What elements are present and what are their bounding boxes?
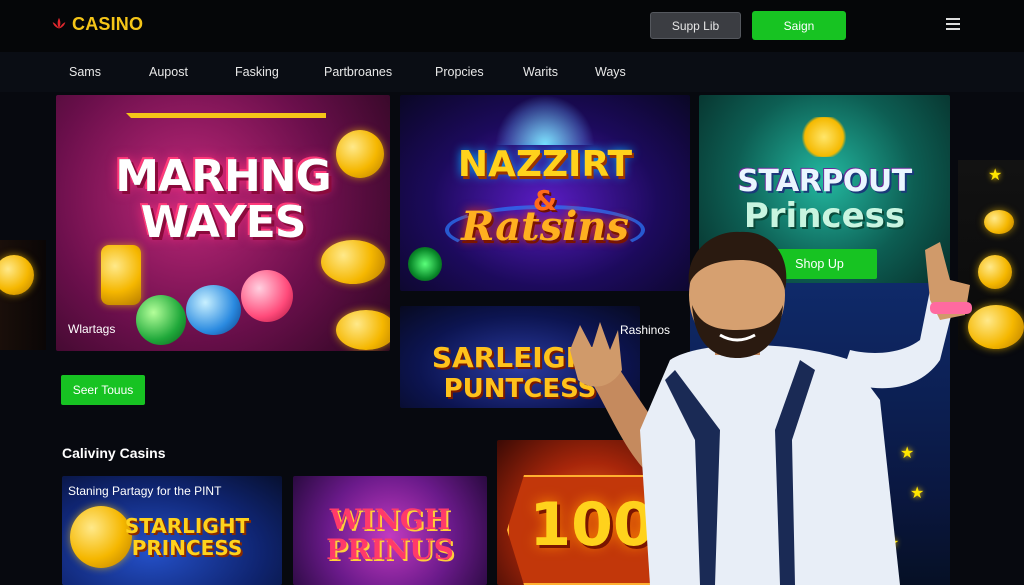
card-title: WINGH [329, 503, 451, 536]
section-title: Caliviny Casins [62, 445, 166, 461]
card-subtitle: Princess [743, 196, 906, 236]
nav-item[interactable]: Propcies [435, 65, 484, 79]
card-subtitle: PRINCESS [131, 536, 243, 560]
nav-item[interactable]: Partbroanes [324, 65, 392, 79]
nav-item[interactable]: Warits [523, 65, 558, 79]
main-nav: Sams Aupost Fasking Partbroanes Propcies… [0, 52, 1024, 92]
card-title: STARPOUT [737, 164, 912, 199]
card-subtitle: PRINUS [326, 533, 454, 566]
signin-button[interactable]: Saign [752, 11, 846, 40]
nav-item[interactable]: Sams [69, 65, 101, 79]
game-card-wingh-prinus[interactable]: WINGH PRINUS [293, 476, 487, 585]
promoter-illustration [570, 231, 972, 585]
side-decoration-left [0, 240, 46, 350]
hamburger-menu-icon[interactable] [946, 18, 960, 31]
nav-item[interactable]: Ways [595, 65, 626, 79]
support-button[interactable]: Supp Lib [650, 12, 741, 39]
card-title: MARHNG WAYES [115, 151, 331, 248]
top-bar: CASINO Supp Lib Saign [0, 0, 1024, 52]
logo-lotus-icon [52, 17, 66, 29]
game-card-marhng-wayes[interactable]: MARHNG WAYES Wlartags [56, 95, 390, 351]
nav-item[interactable]: Fasking [235, 65, 279, 79]
logo[interactable]: CASINO [50, 14, 143, 35]
game-card-starlight-princess[interactable]: Staning Partagy for the PINT STARLIGHT P… [62, 476, 282, 585]
see-more-button[interactable]: Seer Touus [61, 375, 145, 405]
card-title: STARLIGHT [124, 514, 250, 538]
card-label: Wlartags [68, 322, 116, 336]
card-title: NAZZIRT [457, 144, 633, 185]
nav-item[interactable]: Aupost [149, 65, 188, 79]
logo-text: CASINO [72, 14, 144, 34]
card-label: Staning Partagy for the PINT [68, 484, 222, 498]
